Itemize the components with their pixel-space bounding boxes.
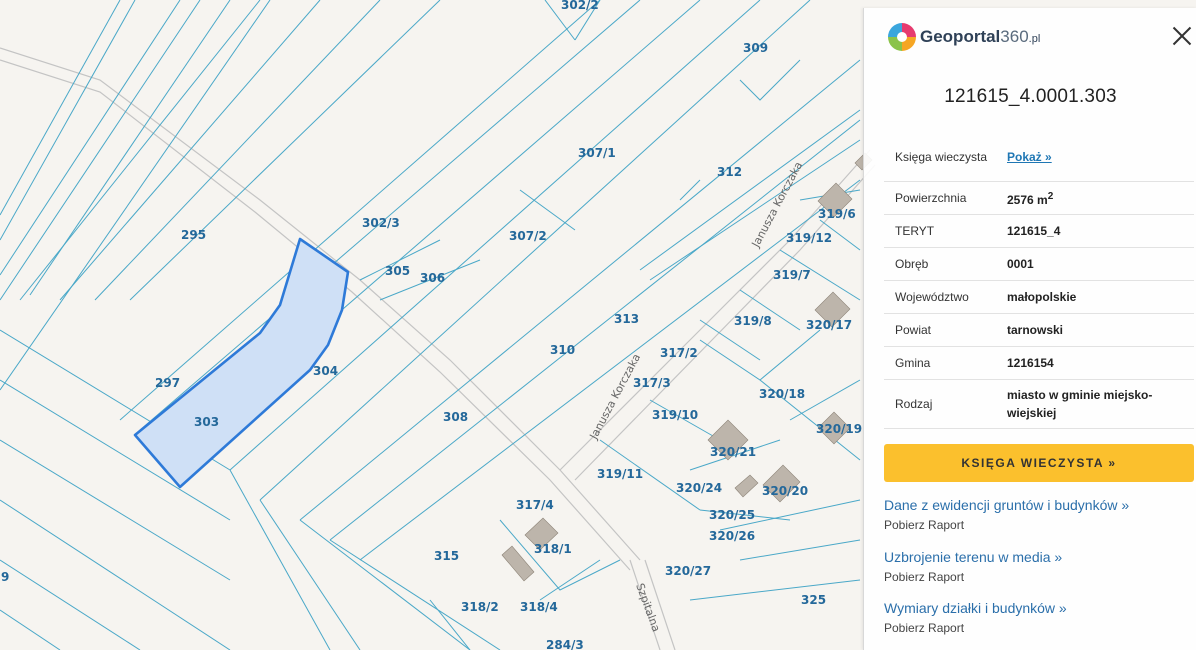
land-register-button[interactable]: KSIĘGA WIECZYSTA » — [884, 444, 1194, 482]
parcel-label: 305 — [385, 264, 410, 278]
parcel-label: 315 — [434, 549, 459, 563]
parcel-label: 325 — [801, 593, 826, 607]
attr-row-rodzaj: Rodzaj miasto w gminie miejsko-wiejskiej — [884, 379, 1194, 429]
attr-row-wojewodztwo: Województwo małopolskie — [884, 280, 1194, 314]
report-land-records[interactable]: Dane z ewidencji gruntów i budynków » Po… — [884, 497, 1129, 532]
logo-domain: .pl — [1028, 33, 1041, 45]
parcel-label: 320/18 — [759, 387, 805, 401]
attr-row-teryt: TERYT 121615_4 — [884, 214, 1194, 248]
parcel-label: 295 — [181, 228, 206, 242]
parcel-label: 320/26 — [709, 529, 755, 543]
logo-brand: Geoportal — [920, 27, 1001, 46]
parcel-label: 319/8 — [734, 314, 772, 328]
attr-label: Województwo — [884, 280, 996, 314]
parcel-label: 307/2 — [509, 229, 547, 243]
geoportal-logo[interactable]: Geoportal360.pl — [888, 22, 1040, 52]
parcel-label: 320/19 — [816, 422, 862, 436]
parcel-info-panel: Geoportal360.pl 121615_4.0001.303 Księga… — [863, 8, 1196, 650]
report-utilities[interactable]: Uzbrojenie terenu w media » Pobierz Rapo… — [884, 549, 1062, 584]
attr-value: Pokaż » — [996, 133, 1194, 182]
attr-value: 121615_4 — [996, 214, 1194, 248]
report-title-link[interactable]: Dane z ewidencji gruntów i budynków » — [884, 497, 1129, 513]
logo-text: Geoportal360.pl — [920, 27, 1040, 47]
parcel-label: 320/21 — [710, 445, 756, 459]
logo-number: 360 — [1000, 27, 1029, 46]
parcel-label: 317/2 — [660, 346, 698, 360]
parcel-label: 318/4 — [520, 600, 558, 614]
parcel-label: 308 — [443, 410, 468, 424]
attr-value: 2576 m2 — [996, 181, 1194, 215]
parcel-id-title: 121615_4.0001.303 — [944, 86, 1117, 107]
parcel-label: 319/7 — [773, 268, 811, 282]
attr-label: Obręb — [884, 247, 996, 281]
parcel-label: 312 — [717, 165, 742, 179]
parcel-label: 303 — [194, 415, 219, 429]
parcel-label: 9 — [1, 570, 9, 584]
show-land-register-link[interactable]: Pokaż » — [1007, 150, 1052, 164]
attr-label: TERYT — [884, 214, 996, 248]
parcel-label: 304 — [313, 364, 338, 378]
report-title-link[interactable]: Wymiary działki i budynków » — [884, 600, 1067, 616]
parcel-label: 319/6 — [818, 207, 856, 221]
parcel-label: 320/20 — [762, 484, 808, 498]
attr-label: Powierzchnia — [884, 181, 996, 215]
parcel-label: 306 — [420, 271, 445, 285]
parcel-label: 318/1 — [534, 542, 572, 556]
parcel-label: 284/3 — [546, 638, 584, 650]
area-unit-exponent: 2 — [1047, 190, 1054, 202]
parcel-label: 302/3 — [362, 216, 400, 230]
attr-value: 1216154 — [996, 346, 1194, 380]
download-report-label[interactable]: Pobierz Raport — [884, 621, 1067, 635]
attr-value: tarnowski — [996, 313, 1194, 347]
parcel-label: 313 — [614, 312, 639, 326]
geoportal-logo-icon — [888, 23, 916, 51]
area-value: 2576 m — [1007, 192, 1048, 207]
attr-label: Rodzaj — [884, 379, 996, 429]
attr-row-area: Powierzchnia 2576 m2 — [884, 181, 1194, 215]
parcel-label: 302/2 — [561, 0, 599, 12]
parcel-label: 320/25 — [709, 508, 755, 522]
parcel-label: 307/1 — [578, 146, 616, 160]
attr-row-powiat: Powiat tarnowski — [884, 313, 1194, 347]
attr-row-ksiega: Księga wieczysta Pokaż » — [884, 133, 1194, 182]
attr-label: Powiat — [884, 313, 996, 347]
parcel-label: 319/10 — [652, 408, 698, 422]
parcel-label: 320/24 — [676, 481, 722, 495]
close-icon[interactable] — [1172, 26, 1192, 46]
parcel-label: 320/17 — [806, 318, 852, 332]
download-report-label[interactable]: Pobierz Raport — [884, 518, 1129, 532]
parcel-label: 319/11 — [597, 467, 643, 481]
attr-row-gmina: Gmina 1216154 — [884, 346, 1194, 380]
attr-value: małopolskie — [996, 280, 1194, 314]
parcel-label: 319/12 — [786, 231, 832, 245]
parcel-label: 318/2 — [461, 600, 499, 614]
parcel-label: 310 — [550, 343, 575, 357]
attr-value: 0001 — [996, 247, 1194, 281]
parcel-label: 320/27 — [665, 564, 711, 578]
report-dimensions[interactable]: Wymiary działki i budynków » Pobierz Rap… — [884, 600, 1067, 635]
parcel-attributes-table: Księga wieczysta Pokaż » Powierzchnia 25… — [884, 133, 1194, 429]
download-report-label[interactable]: Pobierz Raport — [884, 570, 1062, 584]
parcel-label: 317/3 — [633, 376, 671, 390]
parcel-label: 297 — [155, 376, 180, 390]
report-title-link[interactable]: Uzbrojenie terenu w media » — [884, 549, 1062, 565]
attr-value: miasto w gminie miejsko-wiejskiej — [996, 379, 1194, 429]
attr-label: Gmina — [884, 346, 996, 380]
parcel-label: 317/4 — [516, 498, 554, 512]
attr-row-obreb: Obręb 0001 — [884, 247, 1194, 281]
attr-label: Księga wieczysta — [884, 133, 996, 182]
parcel-label: 309 — [743, 41, 768, 55]
